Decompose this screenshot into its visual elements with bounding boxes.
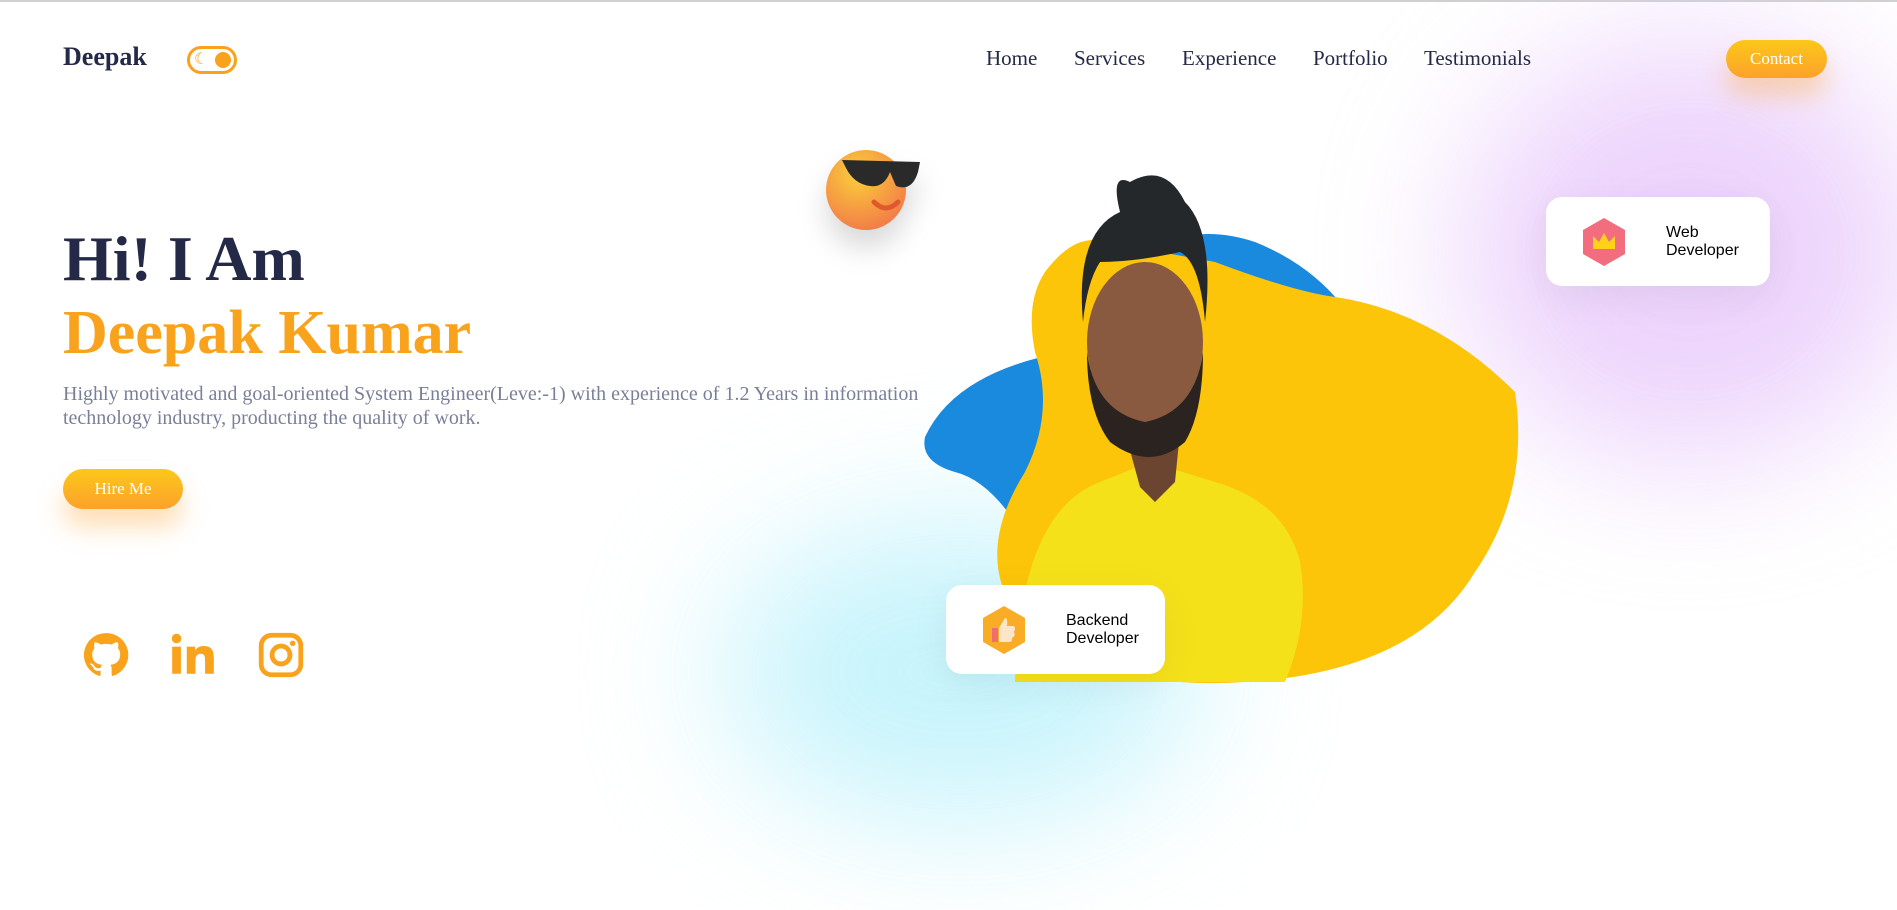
- nav-services[interactable]: Services: [1074, 46, 1145, 71]
- nav-portfolio[interactable]: Portfolio: [1313, 46, 1388, 71]
- card-subtitle: Developer: [1066, 629, 1139, 647]
- backend-developer-card: Backend Developer: [946, 585, 1165, 674]
- crown-icon: [1583, 217, 1625, 266]
- github-icon[interactable]: [81, 630, 131, 680]
- toggle-knob: [215, 52, 231, 68]
- nav-testimonials[interactable]: Testimonials: [1424, 46, 1531, 71]
- web-developer-card: Web Developer: [1546, 197, 1770, 286]
- hire-me-button[interactable]: Hire Me: [63, 469, 183, 509]
- logo[interactable]: Deepak: [63, 42, 147, 72]
- nav-experience[interactable]: Experience: [1182, 46, 1276, 71]
- nav-home[interactable]: Home: [986, 46, 1037, 71]
- thumbs-up-icon: [983, 605, 1025, 654]
- card-title: Web: [1666, 223, 1699, 241]
- theme-toggle[interactable]: ☾: [187, 46, 237, 74]
- moon-icon: ☾: [194, 51, 209, 68]
- card-subtitle: Developer: [1666, 241, 1739, 259]
- sunglasses-emoji-icon: [826, 150, 920, 230]
- contact-button[interactable]: Contact: [1726, 40, 1827, 78]
- name-heading: Deepak Kumar: [63, 299, 472, 367]
- card-title: Backend: [1066, 611, 1129, 629]
- hero-description: Highly motivated and goal-oriented Syste…: [63, 383, 919, 429]
- greeting-heading: Hi! I Am: [63, 223, 305, 294]
- instagram-icon[interactable]: [256, 630, 306, 680]
- linkedin-icon[interactable]: [168, 630, 218, 680]
